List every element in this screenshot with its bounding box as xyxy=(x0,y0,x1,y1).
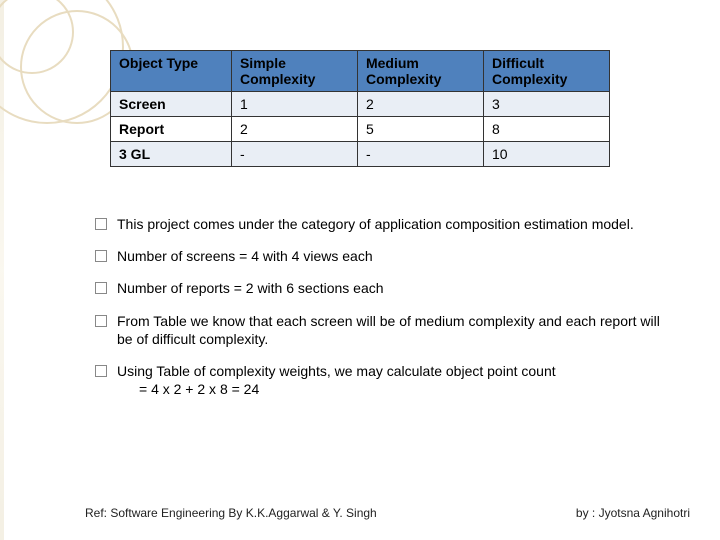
th-simple: Simple Complexity xyxy=(231,51,357,92)
table-row: Report 2 5 8 xyxy=(111,117,610,142)
cell-difficult: 10 xyxy=(483,142,609,167)
cell-simple: - xyxy=(231,142,357,167)
cell-difficult: 8 xyxy=(483,117,609,142)
bullet-text: This project comes under the category of… xyxy=(117,215,665,233)
cell-object-type: Report xyxy=(111,117,232,142)
bullet-text: From Table we know that each screen will… xyxy=(117,312,665,348)
complexity-table: Object Type Simple Complexity Medium Com… xyxy=(110,50,610,167)
table-header-row: Object Type Simple Complexity Medium Com… xyxy=(111,51,610,92)
list-item: This project comes under the category of… xyxy=(95,215,665,233)
square-bullet-icon xyxy=(95,315,107,327)
square-bullet-icon xyxy=(95,218,107,230)
list-item: Number of screens = 4 with 4 views each xyxy=(95,247,665,265)
cell-object-type: 3 GL xyxy=(111,142,232,167)
cell-difficult: 3 xyxy=(483,92,609,117)
list-item: Using Table of complexity weights, we ma… xyxy=(95,362,665,398)
cell-medium: 2 xyxy=(357,92,483,117)
cell-simple: 1 xyxy=(231,92,357,117)
calculation-line: = 4 x 2 + 2 x 8 = 24 xyxy=(139,380,665,398)
cell-simple: 2 xyxy=(231,117,357,142)
th-difficult: Difficult Complexity xyxy=(483,51,609,92)
square-bullet-icon xyxy=(95,365,107,377)
footer-author: by : Jyotsna Agnihotri xyxy=(576,506,690,520)
table-row: 3 GL - - 10 xyxy=(111,142,610,167)
bullet-text: Number of screens = 4 with 4 views each xyxy=(117,247,665,265)
cell-medium: 5 xyxy=(357,117,483,142)
cell-object-type: Screen xyxy=(111,92,232,117)
bullet-list: This project comes under the category of… xyxy=(95,215,665,412)
cell-medium: - xyxy=(357,142,483,167)
square-bullet-icon xyxy=(95,282,107,294)
slide-content: Object Type Simple Complexity Medium Com… xyxy=(110,50,640,167)
th-medium: Medium Complexity xyxy=(357,51,483,92)
bullet-text: Using Table of complexity weights, we ma… xyxy=(117,362,665,398)
footer: Ref: Software Engineering By K.K.Aggarwa… xyxy=(85,506,690,520)
table-row: Screen 1 2 3 xyxy=(111,92,610,117)
footer-reference: Ref: Software Engineering By K.K.Aggarwa… xyxy=(85,506,377,520)
list-item: From Table we know that each screen will… xyxy=(95,312,665,348)
th-object-type: Object Type xyxy=(111,51,232,92)
square-bullet-icon xyxy=(95,250,107,262)
bullet-text: Number of reports = 2 with 6 sections ea… xyxy=(117,279,665,297)
list-item: Number of reports = 2 with 6 sections ea… xyxy=(95,279,665,297)
